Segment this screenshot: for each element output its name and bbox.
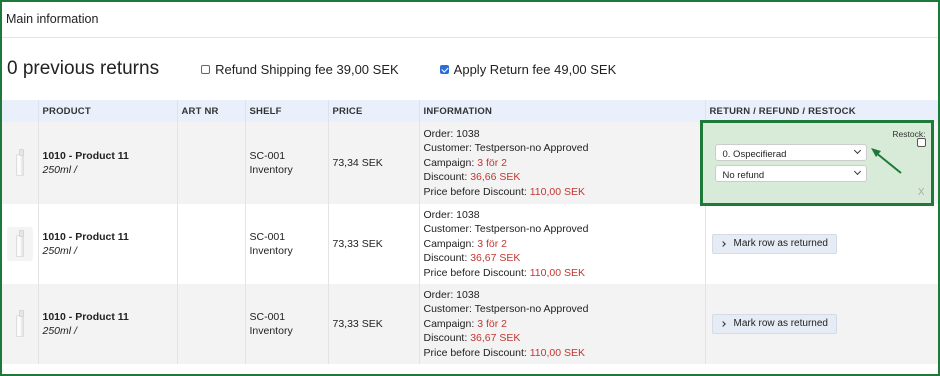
table-row: 1010 - Product 11 250ml / SC-001 Invento…	[2, 204, 938, 284]
info-price-before: Price before Discount: 110,00 SEK	[423, 266, 586, 279]
price-cell: 73,33 SEK	[328, 284, 420, 364]
refund-type-select[interactable]: No refund	[714, 165, 867, 182]
product-variant: 250ml /	[42, 245, 77, 257]
art-nr-cell	[177, 204, 246, 284]
product-bottle-icon	[7, 146, 33, 180]
information-cell: Order: 1038 Customer: Testperson-no Appr…	[419, 122, 706, 204]
price-cell: 73,34 SEK	[328, 122, 420, 204]
app-frame: Main information 0 previous returns Refu…	[0, 0, 940, 376]
chevron-right-icon	[719, 241, 726, 247]
product-name: 1010 - Product 11	[42, 149, 129, 162]
col-image	[2, 100, 39, 122]
table-row: 1010 - Product 11 250ml / SC-001 Invento…	[2, 284, 938, 364]
pointer-arrow-icon	[870, 148, 902, 174]
col-return-refund-restock: RETURN / REFUND / RESTOCK	[709, 105, 856, 117]
shelf-cell: SC-001 Inventory	[245, 122, 329, 204]
art-nr-cell	[177, 122, 246, 204]
col-product: PRODUCT	[38, 100, 178, 122]
info-discount: Discount: 36,67 SEK	[423, 252, 521, 265]
chevron-down-icon	[853, 146, 861, 155]
info-order: Order: 1038	[423, 208, 480, 221]
shelf-name: Inventory	[249, 325, 293, 337]
shelf-name: Inventory	[249, 164, 293, 176]
art-nr-cell	[177, 284, 246, 364]
info-campaign: Campaign: 3 för 2	[423, 317, 507, 330]
shelf-code: SC-001	[249, 149, 286, 162]
info-customer: Customer: Testperson-no Approved	[423, 142, 589, 155]
info-customer: Customer: Testperson-no Approved	[423, 303, 589, 316]
product-bottle-icon	[7, 307, 33, 341]
info-campaign: Campaign: 3 för 2	[423, 156, 507, 169]
shelf-code: SC-001	[249, 310, 286, 323]
product-variant: 250ml /	[42, 325, 77, 337]
col-price: PRICE	[328, 100, 420, 122]
product-thumbnail	[2, 284, 39, 364]
refund-shipping-option[interactable]: Refund Shipping fee 39,00 SEK	[201, 62, 399, 77]
refund-shipping-label: Refund Shipping fee 39,00 SEK	[215, 61, 399, 77]
product-name: 1010 - Product 11	[42, 230, 129, 243]
returns-table: PRODUCT ART NR SHELF PRICE INFORMATION R…	[2, 100, 938, 364]
info-discount: Discount: 36,66 SEK	[423, 171, 521, 184]
info-order: Order: 1038	[423, 127, 480, 140]
col-shelf: SHELF	[245, 100, 329, 122]
mark-row-returned-button[interactable]: Mark row as returned	[711, 234, 837, 254]
price-cell: 73,33 SEK	[328, 204, 420, 284]
shelf-cell: SC-001 Inventory	[245, 284, 329, 364]
product-thumbnail	[2, 122, 39, 204]
info-campaign: Campaign: 3 för 2	[423, 237, 507, 250]
panel-title: Main information	[2, 2, 938, 38]
info-order: Order: 1038	[423, 288, 480, 301]
apply-return-fee-label: Apply Return fee 49,00 SEK	[453, 61, 617, 77]
info-discount: Discount: 36,67 SEK	[423, 332, 521, 345]
table-header-row: PRODUCT ART NR SHELF PRICE INFORMATION R…	[2, 100, 938, 122]
info-price-before: Price before Discount: 110,00 SEK	[423, 346, 586, 359]
return-cell: Mark row as returned	[705, 284, 938, 364]
close-editor-button[interactable]: X	[918, 186, 925, 201]
shelf-cell: SC-001 Inventory	[245, 204, 329, 284]
product-cell: 1010 - Product 11 250ml /	[38, 204, 178, 284]
information-cell: Order: 1038 Customer: Testperson-no Appr…	[419, 204, 706, 284]
refund-shipping-checkbox[interactable]	[201, 64, 211, 74]
previous-returns-count: 0 previous returns	[7, 58, 160, 79]
return-reason-select[interactable]: 0. Ospecifierad	[714, 144, 867, 161]
product-cell: 1010 - Product 11 250ml /	[38, 284, 178, 364]
col-information: INFORMATION	[419, 100, 706, 122]
chevron-down-icon	[853, 167, 861, 176]
info-customer: Customer: Testperson-no Approved	[423, 223, 589, 236]
return-cell: Mark row as returned	[705, 204, 938, 284]
information-cell: Order: 1038 Customer: Testperson-no Appr…	[419, 284, 706, 364]
apply-return-fee-option[interactable]: Apply Return fee 49,00 SEK	[439, 61, 617, 77]
product-cell: 1010 - Product 11 250ml /	[38, 122, 178, 204]
return-editor-panel: Restock: 0. Ospecifierad No refund X	[699, 120, 934, 206]
product-name: 1010 - Product 11	[42, 310, 129, 323]
returns-summary: 0 previous returns Refund Shipping fee 3…	[2, 38, 938, 100]
product-variant: 250ml /	[42, 164, 77, 176]
return-cell: Restock: 0. Ospecifierad No refund X	[699, 120, 938, 206]
shelf-code: SC-001	[249, 230, 286, 243]
shelf-name: Inventory	[249, 245, 293, 257]
mark-row-returned-button[interactable]: Mark row as returned	[711, 314, 837, 334]
restock-checkbox[interactable]	[916, 138, 926, 147]
col-art-nr: ART NR	[177, 100, 246, 122]
info-price-before: Price before Discount: 110,00 SEK	[423, 185, 586, 198]
apply-return-fee-checkbox[interactable]	[439, 64, 449, 74]
product-thumbnail	[2, 204, 39, 284]
product-bottle-icon	[6, 227, 33, 261]
table-row: 1010 - Product 11 250ml / SC-001 Invento…	[2, 120, 938, 206]
chevron-right-icon	[719, 321, 726, 327]
